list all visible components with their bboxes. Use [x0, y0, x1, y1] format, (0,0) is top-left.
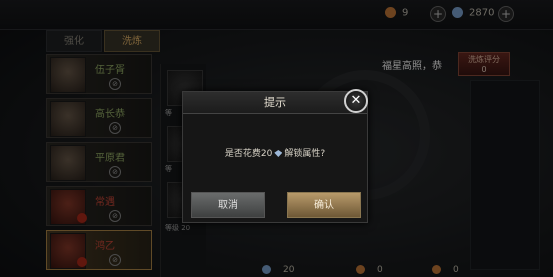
diamond-icon [274, 150, 283, 157]
dialog-title: 提示 [264, 96, 286, 109]
close-button[interactable]: ✕ [344, 89, 368, 113]
dialog-message-prefix: 是否花费20 [224, 149, 273, 159]
dialog-message: 是否花费20 解锁属性? [183, 146, 367, 159]
game-screen: 9 + 2870 + 强化 洗炼 伍子胥 ⊘ 高长恭 ⊘ 平原君 ⊘ 常遇 ⊘ … [0, 0, 553, 277]
confirm-button[interactable]: 确认 [287, 192, 361, 218]
cancel-button[interactable]: 取消 [191, 192, 265, 218]
dialog-message-suffix: 解锁属性? [284, 149, 326, 159]
dialog-header: 提示 [183, 92, 367, 114]
confirm-dialog: 提示 ✕ 是否花费20 解锁属性? 取消 确认 [182, 89, 368, 223]
